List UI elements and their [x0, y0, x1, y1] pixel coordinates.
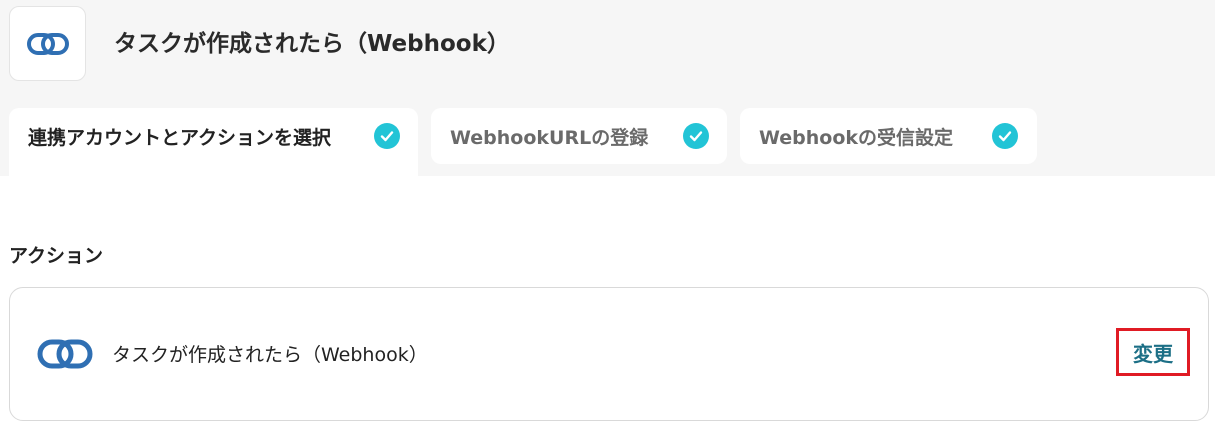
page-title: タスクが作成されたら（Webhook） — [114, 31, 510, 57]
tab-webhook-receive-settings[interactable]: Webhookの受信設定 — [740, 108, 1037, 164]
change-button[interactable]: 変更 — [1116, 328, 1190, 376]
action-section-heading: アクション — [9, 245, 104, 267]
action-card: タスクが作成されたら（Webhook） 変更 — [9, 287, 1209, 421]
tab-webhook-url-registration[interactable]: WebhookURLの登録 — [431, 108, 727, 164]
tab-label: 連携アカウントとアクションを選択 — [28, 126, 332, 149]
check-circle-icon — [992, 123, 1018, 149]
link-rings-icon — [37, 339, 93, 369]
check-circle-icon — [374, 123, 400, 149]
tab-label: WebhookURLの登録 — [450, 126, 649, 149]
link-rings-icon — [26, 32, 69, 55]
action-name: タスクが作成されたら（Webhook） — [112, 344, 428, 366]
tab-select-account-action[interactable]: 連携アカウントとアクションを選択 — [9, 108, 418, 176]
tab-label: Webhookの受信設定 — [759, 126, 954, 149]
app-logo — [9, 6, 86, 81]
check-circle-icon — [683, 123, 709, 149]
